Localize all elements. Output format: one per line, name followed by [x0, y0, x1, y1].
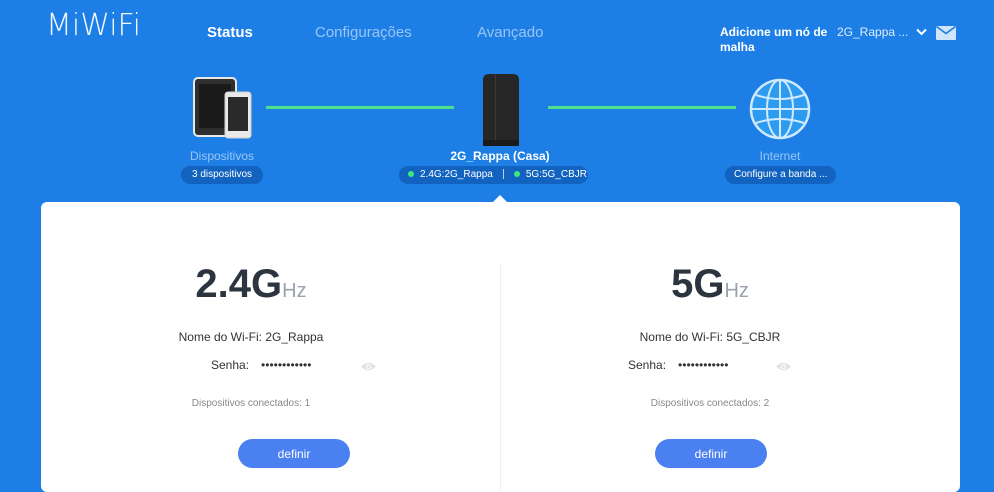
band5-label: 5G:5G_CBJR: [525, 169, 587, 180]
band24-password-label: Senha:: [211, 358, 250, 372]
router-bands-pill[interactable]: 2.4G:2G_Rappa 5G:5G_CBJR: [399, 166, 588, 184]
band24-wifi-label: Nome do Wi-Fi:: [178, 330, 262, 344]
band24-connected-row: Dispositivos conectados: 1: [41, 398, 461, 409]
band24-connected-count: 1: [304, 398, 311, 409]
band5-connected-row: Dispositivos conectados: 2: [500, 398, 920, 409]
band5-title-unit: Hz: [724, 280, 749, 302]
devices-label: Dispositivos: [189, 149, 255, 163]
band24-title-unit: Hz: [282, 280, 307, 302]
miwifi-logo: MiWiFi: [46, 8, 141, 43]
band24-show-password-eye-icon[interactable]: [360, 361, 377, 372]
router-selector-label: 2G_Rappa ...: [837, 25, 909, 39]
add-mesh-node-link[interactable]: Adicione um nó de malha: [720, 25, 830, 55]
band5-password-row: Senha: ••••••••••••: [628, 358, 728, 372]
wifi-bands-panel: 2.4GHz Nome do Wi-Fi: 2G_Rappa Senha: ••…: [41, 202, 960, 492]
devices-icon[interactable]: [193, 77, 253, 139]
band5-password-label: Senha:: [628, 358, 667, 372]
nav-configuracoes[interactable]: Configurações: [315, 24, 412, 41]
band5-show-password-eye-icon[interactable]: [775, 361, 792, 372]
band24-password-value: ••••••••••••: [261, 358, 312, 372]
band5-wifi-label: Nome do Wi-Fi:: [639, 330, 723, 344]
band5-status-dot: [513, 171, 520, 178]
pill-separator: [502, 169, 504, 180]
internet-bandwidth-pill[interactable]: Configure a banda ...: [725, 166, 836, 184]
band5-title-value: 5G: [671, 262, 725, 306]
devices-count-pill[interactable]: 3 dispositivos: [181, 166, 263, 184]
nav-avancado[interactable]: Avançado: [477, 24, 543, 41]
band5-wifi-name: 5G_CBJR: [726, 330, 781, 344]
band5-password-value: ••••••••••••: [678, 358, 729, 372]
band5-definir-button[interactable]: definir: [655, 439, 767, 468]
band5-connected-label: Dispositivos conectados:: [650, 398, 761, 409]
band24-wifi-name: 2G_Rappa: [265, 330, 324, 344]
internet-label: Internet: [759, 149, 801, 163]
internet-link-line: [548, 106, 736, 109]
band24-status-dot: [408, 171, 414, 178]
mail-icon[interactable]: [936, 26, 956, 40]
devices-link-line: [266, 106, 454, 109]
nav-status[interactable]: Status: [207, 24, 253, 41]
band24-title: 2.4GHz: [41, 262, 461, 307]
band24-label: 2.4G:2G_Rappa: [420, 169, 493, 180]
band24-connected-label: Dispositivos conectados:: [191, 398, 302, 409]
band24-password-row: Senha: ••••••••••••: [211, 358, 311, 372]
band24-wifi-name-row: Nome do Wi-Fi: 2G_Rappa: [41, 330, 461, 344]
band5-wifi-name-row: Nome do Wi-Fi: 5G_CBJR: [500, 330, 920, 344]
router-name: 2G_Rappa (Casa): [450, 149, 550, 163]
band5-connected-count: 2: [763, 398, 770, 409]
chevron-down-icon: [916, 28, 928, 36]
band5-title: 5GHz: [500, 262, 920, 307]
band24-definir-button[interactable]: definir: [238, 439, 350, 468]
globe-icon[interactable]: [749, 78, 811, 140]
router-icon[interactable]: [481, 74, 521, 146]
band24-title-value: 2.4G: [195, 262, 283, 306]
router-selector[interactable]: 2G_Rappa ...: [837, 25, 928, 39]
